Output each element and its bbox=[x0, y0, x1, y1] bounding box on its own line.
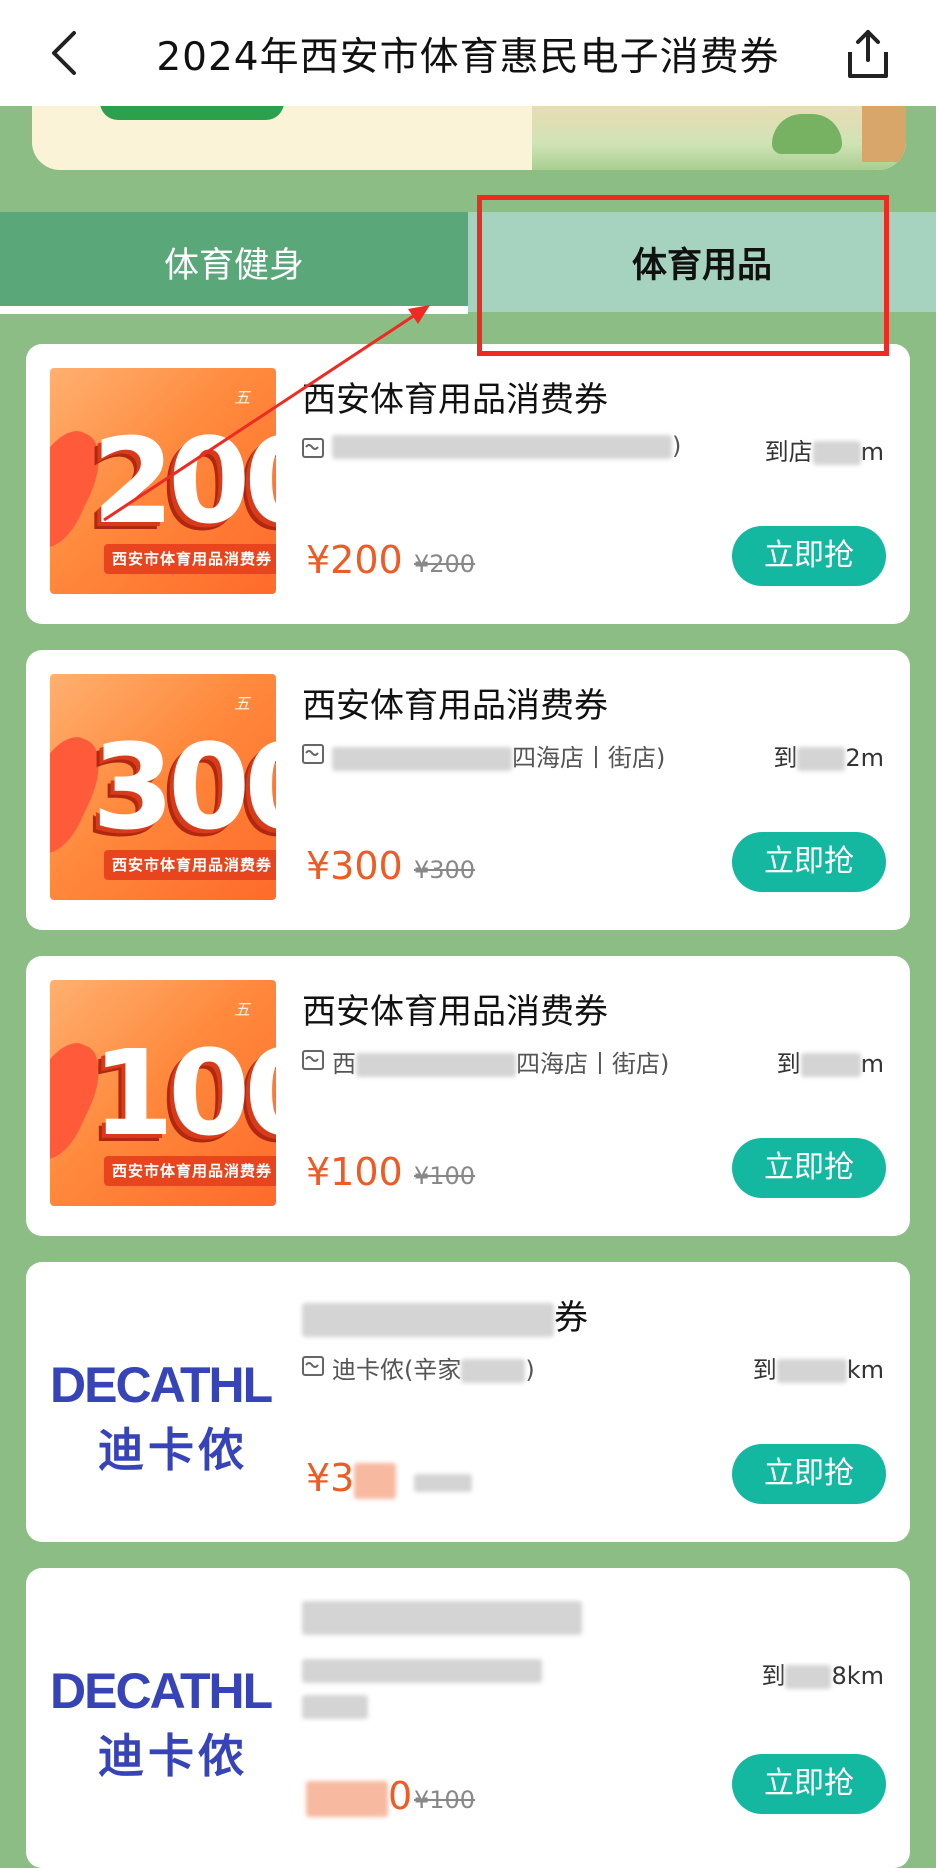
coupon-image: 五 300 西安市体育用品消费券 bbox=[50, 674, 276, 900]
page-title: 2024年西安市体育惠民电子消费券 bbox=[156, 35, 780, 80]
coupon-card[interactable]: DECATHL 迪卡侬 券 迪卡侬(辛家) 到 km ¥3 立即抢 bbox=[26, 1262, 910, 1542]
grab-button[interactable]: 立即抢 bbox=[732, 1754, 886, 1814]
store-icon bbox=[302, 1050, 324, 1070]
coupon-price: 0 bbox=[306, 1774, 412, 1818]
decathlon-logo-cn: 迪卡侬 bbox=[98, 1729, 248, 1783]
tab-sports-fitness[interactable]: 体育健身 bbox=[0, 212, 468, 312]
original-price bbox=[414, 1468, 472, 1496]
distance: 到m bbox=[776, 1050, 884, 1078]
thumb-amount: 300 bbox=[92, 718, 276, 856]
store-name: 迪卡侬(辛家) bbox=[332, 1356, 535, 1384]
coupon-price: ¥100 bbox=[306, 1150, 403, 1194]
grab-button[interactable]: 立即抢 bbox=[732, 526, 886, 586]
thumb-amount: 200 bbox=[92, 412, 276, 550]
banner-button bbox=[100, 106, 284, 120]
coupon-image: 五 200 西安市体育用品消费券 bbox=[50, 368, 276, 594]
distance: 到 8km bbox=[761, 1662, 884, 1690]
thumb-amount: 100 bbox=[92, 1024, 276, 1162]
original-price: ¥300 bbox=[414, 856, 476, 884]
coupon-price: ¥3 bbox=[306, 1456, 397, 1500]
promo-banner[interactable] bbox=[32, 106, 906, 170]
tab-underline bbox=[0, 306, 468, 314]
distance: 到店 m bbox=[764, 438, 884, 466]
store-name: 四海店丨街店) bbox=[332, 738, 665, 773]
thumb-brand: 五 bbox=[234, 694, 251, 713]
grab-button[interactable]: 立即抢 bbox=[732, 1138, 886, 1198]
store-icon bbox=[302, 1356, 324, 1376]
coupon-card[interactable]: 五 200 西安市体育用品消费券 西安体育用品消费券 ) 到店m ¥200 ¥2… bbox=[26, 344, 910, 624]
thumb-brand: 五 bbox=[234, 1000, 251, 1019]
grab-button[interactable]: 立即抢 bbox=[732, 1444, 886, 1504]
store-icon bbox=[302, 744, 324, 764]
coupon-title: 券 bbox=[302, 1290, 588, 1339]
coupon-title: 西安体育用品消费券 bbox=[302, 380, 608, 420]
coupon-title: 西安体育用品消费券 bbox=[302, 992, 608, 1032]
coupon-price: ¥300 bbox=[306, 844, 403, 888]
original-price: ¥200 bbox=[414, 550, 476, 578]
thumb-caption: 西安市体育用品消费券 bbox=[104, 1156, 276, 1186]
store-name: 西四海店丨街店) bbox=[332, 1050, 670, 1078]
coupon-price: ¥200 bbox=[306, 538, 403, 582]
store-name-line2 bbox=[302, 1692, 368, 1720]
coupon-title bbox=[302, 1596, 582, 1636]
coupon-title: 西安体育用品消费券 bbox=[302, 686, 608, 726]
distance: 到 2m bbox=[773, 744, 884, 772]
store-name bbox=[302, 1656, 542, 1684]
banner-door bbox=[862, 106, 906, 162]
decathlon-logo-text: DECATHL bbox=[50, 1663, 273, 1719]
store-icon bbox=[302, 438, 324, 458]
thumb-brand: 五 bbox=[234, 388, 251, 407]
coupon-card[interactable]: 五 300 西安市体育用品消费券 西安体育用品消费券 四海店丨街店) 到2m ¥… bbox=[26, 650, 910, 930]
original-price: ¥100 bbox=[414, 1786, 476, 1814]
original-price: ¥100 bbox=[414, 1162, 476, 1190]
grab-button[interactable]: 立即抢 bbox=[732, 832, 886, 892]
coupon-card[interactable]: 五 100 西安市体育用品消费券 西安体育用品消费券 西四海店丨街店) 到m ¥… bbox=[26, 956, 910, 1236]
decathlon-logo-cn: 迪卡侬 bbox=[98, 1423, 248, 1477]
coupon-image: DECATHL 迪卡侬 bbox=[50, 1592, 276, 1818]
coupon-card[interactable]: DECATHL 迪卡侬 到 8km 0 ¥100 立即抢 bbox=[26, 1568, 910, 1868]
annotation-highlight-box bbox=[477, 195, 889, 356]
thumb-caption: 西安市体育用品消费券 bbox=[104, 850, 276, 880]
thumb-caption: 西安市体育用品消费券 bbox=[104, 544, 276, 574]
share-icon[interactable] bbox=[836, 24, 900, 84]
back-arrow-icon[interactable] bbox=[40, 25, 96, 81]
coupon-image: DECATHL 迪卡侬 bbox=[50, 1286, 276, 1512]
store-name: ) bbox=[332, 432, 681, 460]
coupon-image: 五 100 西安市体育用品消费券 bbox=[50, 980, 276, 1206]
distance: 到 km bbox=[752, 1356, 884, 1384]
top-bar: 2024年西安市体育惠民电子消费券 bbox=[0, 0, 936, 106]
banner-illustration bbox=[532, 106, 906, 170]
decathlon-logo-text: DECATHL bbox=[50, 1357, 273, 1413]
